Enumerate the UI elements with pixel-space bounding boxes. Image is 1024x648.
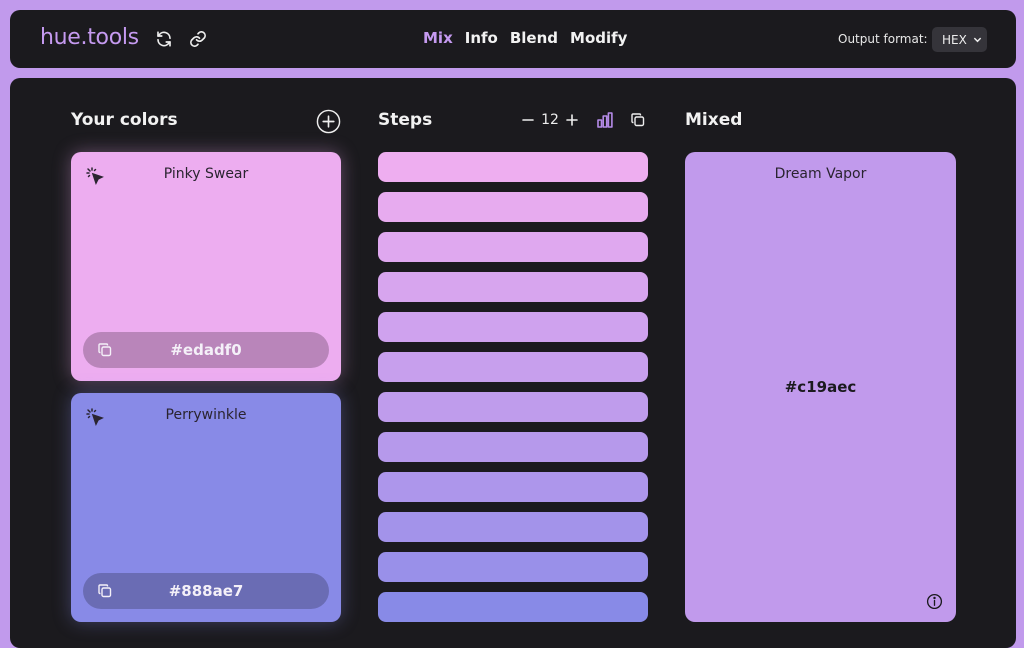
chart-view-button[interactable] bbox=[596, 111, 614, 129]
color-card-1[interactable]: Pinky Swear #edadf0 bbox=[71, 152, 341, 381]
step-swatch[interactable] bbox=[378, 152, 648, 182]
brand-logo[interactable]: hue.tools bbox=[40, 25, 139, 50]
step-swatch[interactable] bbox=[378, 432, 648, 462]
increase-steps-button[interactable] bbox=[564, 112, 580, 128]
copy-icon[interactable] bbox=[97, 583, 113, 603]
plus-icon bbox=[566, 114, 578, 126]
color-name: Perrywinkle bbox=[165, 407, 247, 423]
step-swatch[interactable] bbox=[378, 472, 648, 502]
step-swatch[interactable] bbox=[378, 352, 648, 382]
step-swatch[interactable] bbox=[378, 272, 648, 302]
nav-modify[interactable]: Modify bbox=[570, 29, 627, 47]
output-format-label: Output format: bbox=[838, 32, 928, 46]
decrease-steps-button[interactable] bbox=[520, 112, 536, 128]
hex-value: #888ae7 bbox=[168, 582, 244, 600]
refresh-icon[interactable] bbox=[154, 29, 174, 49]
steps-title: Steps bbox=[378, 110, 433, 130]
step-swatch[interactable] bbox=[378, 592, 648, 622]
step-swatch[interactable] bbox=[378, 392, 648, 422]
your-colors-title: Your colors bbox=[71, 110, 178, 130]
color-card-2[interactable]: Perrywinkle #888ae7 bbox=[71, 393, 341, 622]
output-format-value: HEX bbox=[942, 32, 967, 47]
info-icon[interactable] bbox=[925, 592, 943, 610]
step-swatch[interactable] bbox=[378, 312, 648, 342]
step-swatch[interactable] bbox=[378, 232, 648, 262]
hex-pill[interactable]: #edadf0 bbox=[83, 332, 329, 368]
top-bar: hue.tools Mix Info Blend Modify Output f… bbox=[10, 10, 1016, 68]
link-icon[interactable] bbox=[188, 29, 208, 49]
output-format-select[interactable]: HEX bbox=[932, 27, 987, 52]
step-swatch[interactable] bbox=[378, 192, 648, 222]
step-swatch[interactable] bbox=[378, 512, 648, 542]
mixed-title: Mixed bbox=[685, 110, 743, 130]
hex-pill[interactable]: #888ae7 bbox=[83, 573, 329, 609]
chevron-down-icon bbox=[973, 37, 981, 43]
mixed-hex-value: #c19aec bbox=[784, 378, 857, 396]
main-nav: Mix Info Blend Modify bbox=[423, 29, 627, 47]
color-name: Pinky Swear bbox=[163, 166, 249, 182]
plus-circle-icon bbox=[316, 109, 341, 134]
mixed-color-name: Dream Vapor bbox=[774, 166, 867, 182]
copy-steps-button[interactable] bbox=[630, 112, 646, 128]
copy-icon[interactable] bbox=[97, 342, 113, 362]
minus-icon bbox=[522, 119, 534, 121]
mixed-color-card[interactable]: Dream Vapor #c19aec bbox=[685, 152, 956, 622]
nav-mix[interactable]: Mix bbox=[423, 29, 453, 47]
copy-icon bbox=[631, 113, 645, 127]
nav-info[interactable]: Info bbox=[465, 29, 498, 47]
bar-chart-icon bbox=[597, 112, 613, 128]
add-color-button[interactable] bbox=[316, 109, 341, 134]
hex-value: #edadf0 bbox=[170, 341, 242, 359]
nav-blend[interactable]: Blend bbox=[510, 29, 558, 47]
step-swatch[interactable] bbox=[378, 552, 648, 582]
main-panel: Your colors Pinky Swear #edadf0 Perrywin… bbox=[10, 78, 1016, 648]
steps-count: 12 bbox=[541, 112, 559, 128]
